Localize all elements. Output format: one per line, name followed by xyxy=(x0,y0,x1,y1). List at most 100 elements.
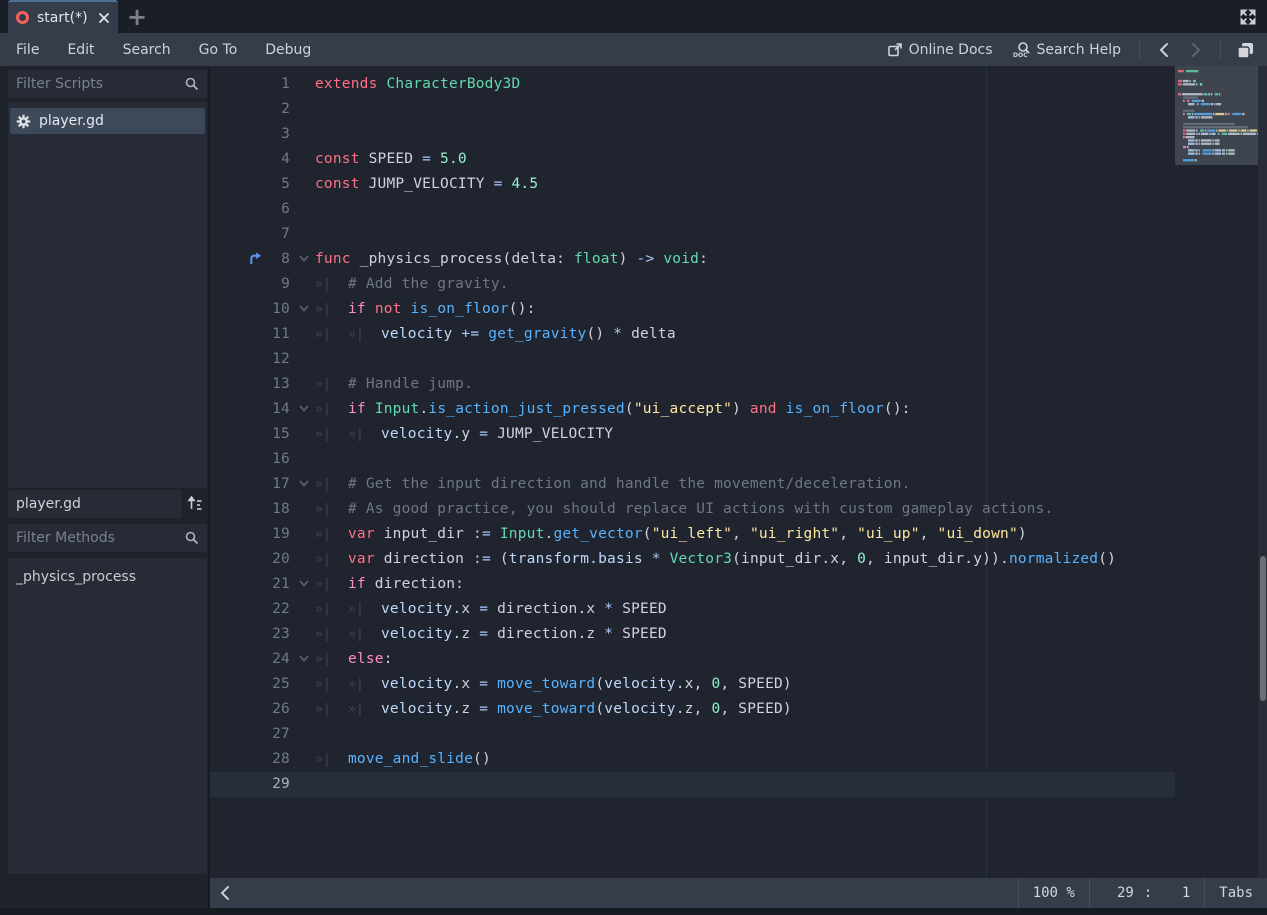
code-line[interactable]: 11»|»|velocity += get_gravity() * delta xyxy=(210,322,1175,347)
fold-arrow-icon[interactable] xyxy=(298,403,310,415)
tab-indent-marker: »| xyxy=(315,372,348,397)
tab-indent-marker: »| xyxy=(315,397,348,422)
code-line[interactable]: 2 xyxy=(210,97,1175,122)
code-line[interactable]: 19»|var input_dir := Input.get_vector("u… xyxy=(210,522,1175,547)
code-text: func _physics_process(delta: float) -> v… xyxy=(315,247,708,272)
history-back-button[interactable] xyxy=(1152,38,1176,62)
gdscript-gear-icon xyxy=(16,114,31,129)
history-forward-button[interactable] xyxy=(1184,38,1208,62)
menu-edit[interactable]: Edit xyxy=(53,33,108,66)
line-number: 17 xyxy=(210,472,290,497)
code-line[interactable]: 17»|# Get the input direction and handle… xyxy=(210,472,1175,497)
tab-indent-marker: »| xyxy=(315,297,348,322)
code-line[interactable]: 4const SPEED = 5.0 xyxy=(210,147,1175,172)
filter-methods-box xyxy=(8,524,207,552)
code-line[interactable]: 29 xyxy=(210,772,1175,797)
line-number: 27 xyxy=(210,722,290,747)
tab-close-icon[interactable] xyxy=(98,12,110,24)
code-line[interactable]: 16 xyxy=(210,447,1175,472)
line-number: 11 xyxy=(210,322,290,347)
fold-arrow-icon[interactable] xyxy=(298,653,310,665)
code-line[interactable]: 10»|if not is_on_floor(): xyxy=(210,297,1175,322)
code-line[interactable]: 23 »|»|velocity.z = direction.z * SPEED xyxy=(210,622,1175,647)
menu-search[interactable]: Search xyxy=(109,33,185,66)
code-line[interactable]: 20»|var direction := (transform.basis * … xyxy=(210,547,1175,572)
script-item-player.gd[interactable]: player.gd xyxy=(10,108,205,134)
line-number: 7 xyxy=(210,222,290,247)
code-editor[interactable]: 1extends CharacterBody3D234const SPEED =… xyxy=(210,66,1175,878)
filter-scripts-box xyxy=(8,70,207,98)
filter-scripts-input[interactable] xyxy=(16,76,185,92)
script-path-field[interactable] xyxy=(16,496,174,512)
code-line[interactable]: 14»|if Input.is_action_just_pressed("ui_… xyxy=(210,397,1175,422)
caret-position: 29 : 1 xyxy=(1089,878,1204,908)
scrollbar-handle[interactable] xyxy=(1260,556,1266,701)
code-text: »|move_and_slide() xyxy=(315,747,491,772)
fold-arrow-icon[interactable] xyxy=(298,303,310,315)
code-line[interactable]: 3 xyxy=(210,122,1175,147)
code-line[interactable]: 12 xyxy=(210,347,1175,372)
tab-indent-marker: »| xyxy=(348,597,381,622)
menu-debug[interactable]: Debug xyxy=(251,33,325,66)
code-text: »|»|velocity.x = direction.x * SPEED xyxy=(315,597,667,622)
line-number: 21 xyxy=(210,572,290,597)
code-line[interactable]: 28»|move_and_slide() xyxy=(210,747,1175,772)
tab-indent-marker: »| xyxy=(315,472,348,497)
code-text: »|if direction: xyxy=(315,572,464,597)
code-line[interactable]: 27 xyxy=(210,722,1175,747)
code-text: »|var input_dir := Input.get_vector("ui_… xyxy=(315,522,1027,547)
fold-arrow-icon[interactable] xyxy=(298,478,310,490)
code-text: extends CharacterBody3D xyxy=(315,72,520,97)
collapse-panel-button[interactable] xyxy=(210,878,240,908)
code-line[interactable]: 1extends CharacterBody3D xyxy=(210,72,1175,97)
sort-methods-button[interactable] xyxy=(182,490,207,518)
line-number: 23 xyxy=(210,622,290,647)
code-text: const JUMP_VELOCITY = 4.5 xyxy=(315,172,538,197)
method-item-_physics_process[interactable]: _physics_process xyxy=(10,564,205,590)
code-line[interactable]: 15»|»|velocity.y = JUMP_VELOCITY xyxy=(210,422,1175,447)
line-number: 14 xyxy=(210,397,290,422)
code-text: »|else: xyxy=(315,647,393,672)
fullscreen-icon[interactable] xyxy=(1237,6,1259,28)
tab-bar: start(*) + xyxy=(0,0,1267,33)
search-doc-icon: DOC xyxy=(1013,41,1031,59)
new-tab-button[interactable]: + xyxy=(122,2,152,32)
tab-indent-marker: »| xyxy=(348,622,381,647)
code-line[interactable]: 18»|# As good practice, you should repla… xyxy=(210,497,1175,522)
menu-go-to[interactable]: Go To xyxy=(185,33,252,66)
code-line[interactable]: 25»|»|velocity.x = move_toward(velocity.… xyxy=(210,672,1175,697)
code-line[interactable]: 21 »|if direction: xyxy=(210,572,1175,597)
vertical-scrollbar[interactable] xyxy=(1258,66,1267,878)
menu-file[interactable]: File xyxy=(2,33,53,66)
menu-bar: FileEditSearchGo ToDebug Online Docs DOC… xyxy=(0,33,1267,66)
code-line[interactable]: 6 xyxy=(210,197,1175,222)
online-docs-button[interactable]: Online Docs xyxy=(881,42,999,58)
tab-indent-marker: »| xyxy=(348,672,381,697)
code-line[interactable]: 13»|# Handle jump. xyxy=(210,372,1175,397)
status-bar: 100 % 29 : 1 Tabs xyxy=(210,878,1267,908)
filter-methods-input[interactable] xyxy=(16,530,185,546)
line-number: 29 xyxy=(210,772,290,797)
minimap[interactable] xyxy=(1175,66,1258,878)
line-number: 5 xyxy=(210,172,290,197)
search-help-button[interactable]: DOC Search Help xyxy=(1007,41,1127,59)
code-line[interactable]: 22 »|»|velocity.x = direction.x * SPEED xyxy=(210,597,1175,622)
code-text: »|»|velocity.z = direction.z * SPEED xyxy=(315,622,667,647)
zoom-level[interactable]: 100 % xyxy=(1018,878,1089,908)
code-line[interactable]: 5 const JUMP_VELOCITY = 4.5 xyxy=(210,172,1175,197)
indent-mode[interactable]: Tabs xyxy=(1204,878,1267,908)
fold-arrow-icon[interactable] xyxy=(298,253,310,265)
caret-column: 1 xyxy=(1152,885,1190,901)
script-tab-start[interactable]: start(*) xyxy=(8,0,118,33)
caret-line: 29 xyxy=(1104,885,1134,901)
fold-arrow-icon[interactable] xyxy=(298,578,310,590)
code-line[interactable]: 24»|else: xyxy=(210,647,1175,672)
line-number: 22 xyxy=(210,597,290,622)
code-line[interactable]: 8func _physics_process(delta: float) -> … xyxy=(210,247,1175,272)
code-line[interactable]: 7 xyxy=(210,222,1175,247)
code-text: »|if not is_on_floor(): xyxy=(315,297,536,322)
code-line[interactable]: 26»|»|velocity.z = move_toward(velocity.… xyxy=(210,697,1175,722)
script-panel-toggle-icon[interactable] xyxy=(1233,38,1257,62)
code-line[interactable]: 9»|# Add the gravity. xyxy=(210,272,1175,297)
code-text: »|# As good practice, you should replace… xyxy=(315,497,1053,522)
